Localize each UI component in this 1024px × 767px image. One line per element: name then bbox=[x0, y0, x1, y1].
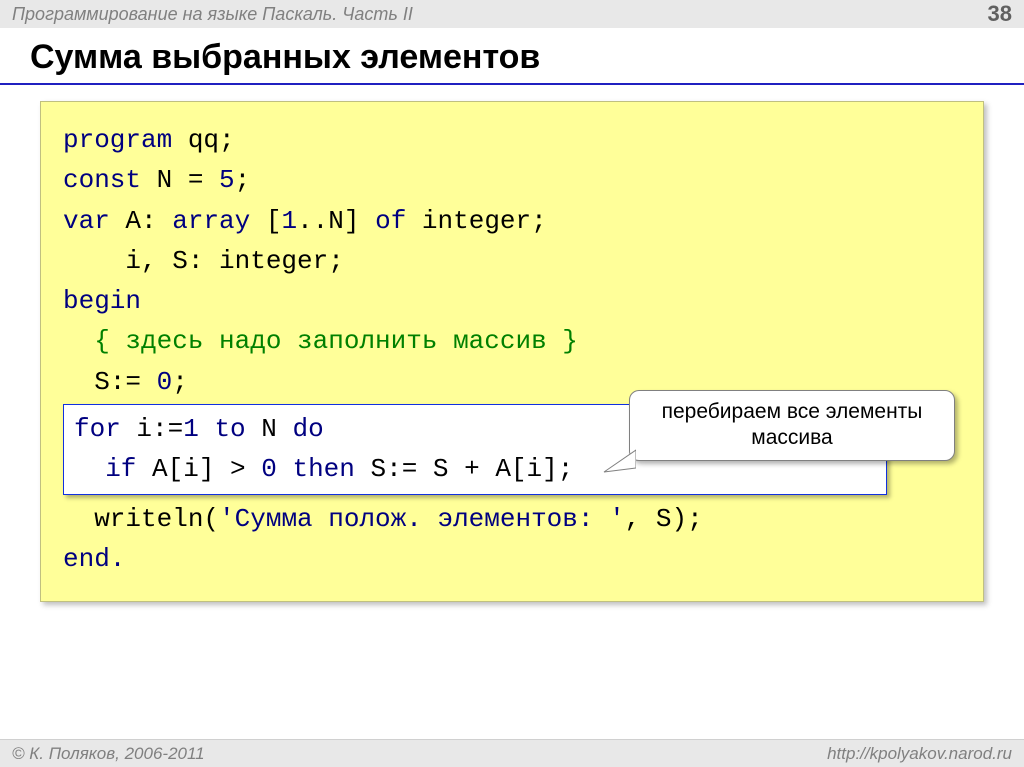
code-line: end. bbox=[63, 539, 961, 579]
callout-text: перебираем все элементы массива bbox=[662, 400, 923, 449]
code-line: begin bbox=[63, 281, 961, 321]
slide-title: Сумма выбранных элементов bbox=[0, 28, 1024, 85]
code-line: const N = 5; bbox=[63, 160, 961, 200]
page-number: 38 bbox=[988, 1, 1012, 27]
footer-bar: © К. Поляков, 2006-2011 http://kpolyakov… bbox=[0, 739, 1024, 767]
header-bar: Программирование на языке Паскаль. Часть… bbox=[0, 0, 1024, 28]
footer-url: http://kpolyakov.narod.ru bbox=[827, 744, 1012, 764]
header-title: Программирование на языке Паскаль. Часть… bbox=[12, 4, 413, 25]
code-comment-line: { здесь надо заполнить массив } bbox=[63, 321, 961, 361]
code-line: i, S: integer; bbox=[63, 241, 961, 281]
callout-box: перебираем все элементы массива bbox=[629, 390, 955, 461]
footer-copyright: © К. Поляков, 2006-2011 bbox=[12, 744, 205, 764]
code-line: var A: array [1..N] of integer; bbox=[63, 201, 961, 241]
code-line: writeln('Сумма полож. элементов: ', S); bbox=[63, 499, 961, 539]
code-line: program qq; bbox=[63, 120, 961, 160]
code-panel: program qq; const N = 5; var A: array [1… bbox=[40, 101, 984, 602]
